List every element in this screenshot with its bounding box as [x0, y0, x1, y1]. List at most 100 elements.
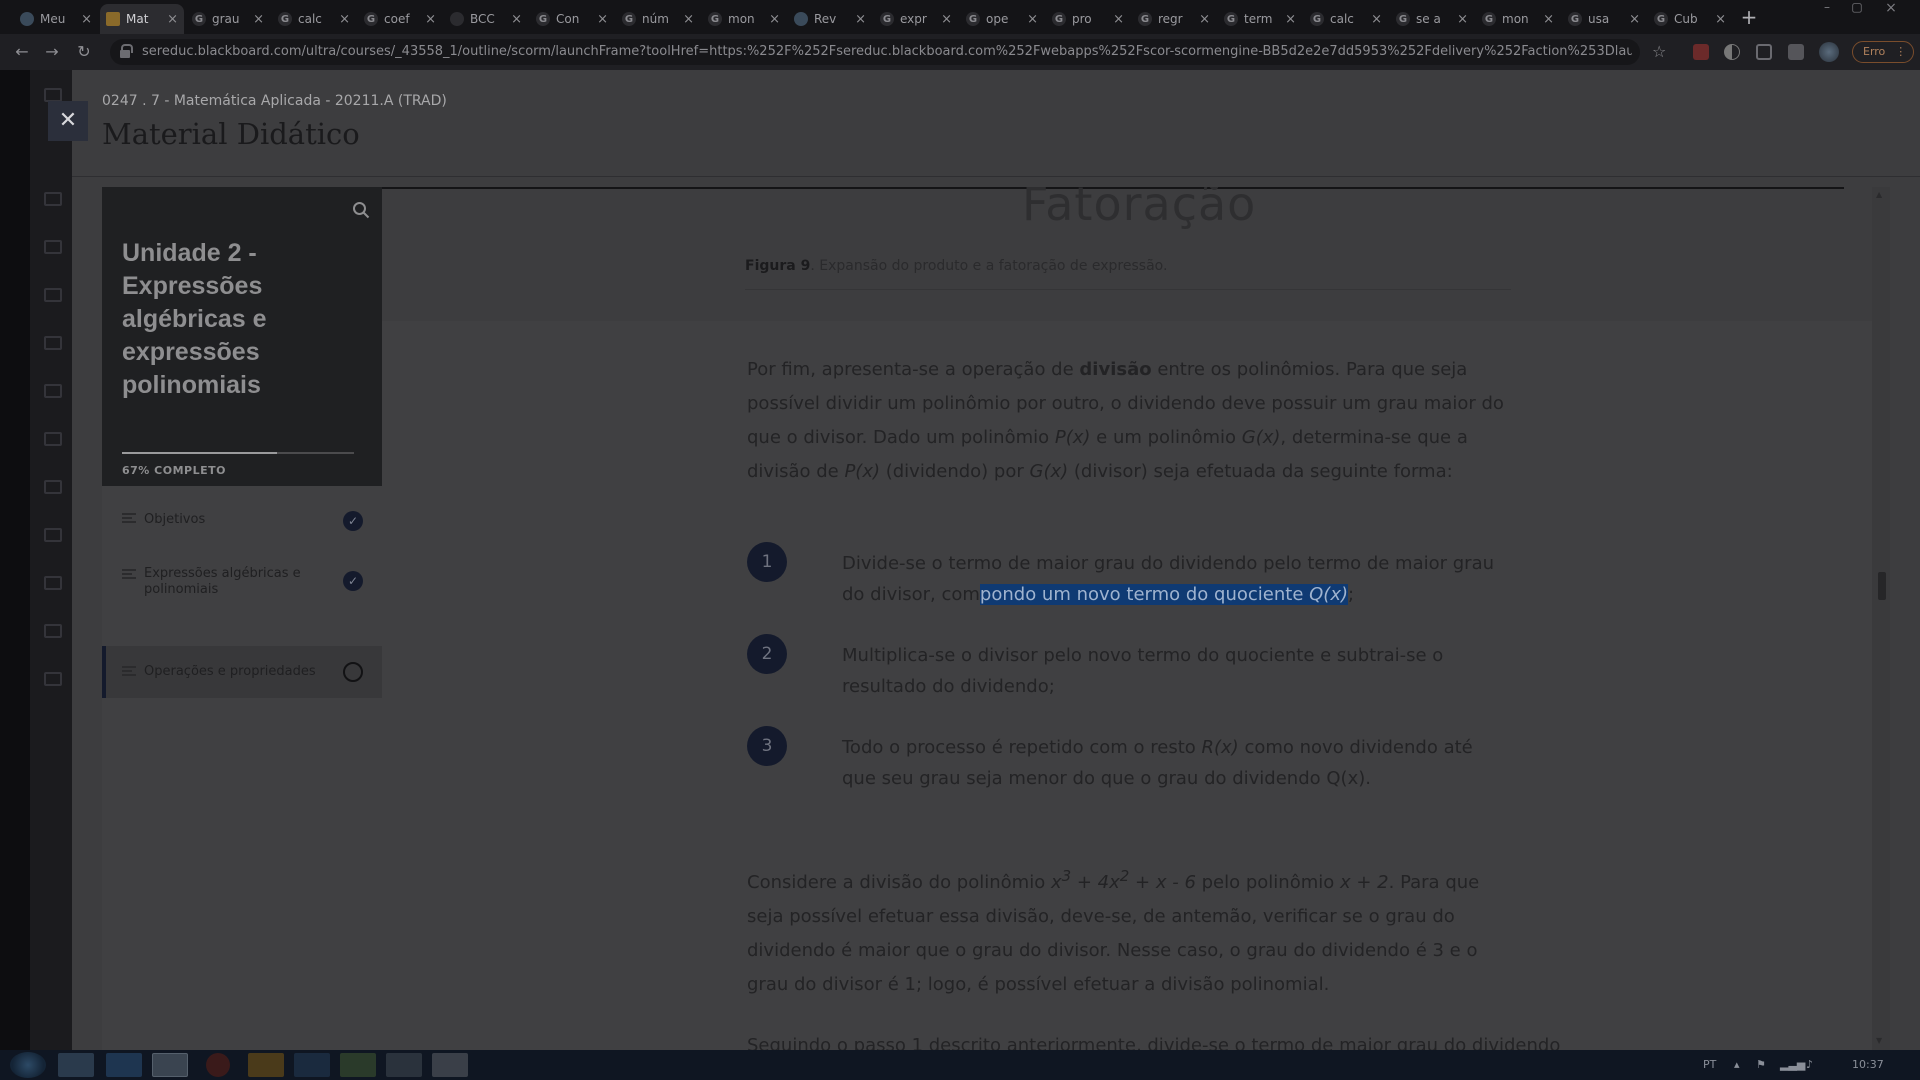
browser-tab[interactable]: BCC × [444, 4, 528, 34]
clock[interactable]: 10:37 [1852, 1058, 1884, 1071]
bookmark-star-icon[interactable]: ☆ [1652, 42, 1666, 61]
tab-close-icon[interactable]: × [597, 12, 608, 27]
nav-icon[interactable] [44, 576, 62, 590]
tab-close-icon[interactable]: × [1113, 12, 1124, 27]
tab-close-icon[interactable]: × [511, 12, 522, 27]
tab-close-icon[interactable]: × [425, 12, 436, 27]
step-number: 3 [747, 726, 787, 766]
network-icon[interactable]: ▂▃▅ [1780, 1058, 1805, 1071]
recorder-icon[interactable] [206, 1053, 230, 1077]
tab-close-icon[interactable]: × [769, 12, 780, 27]
nav-icon[interactable] [44, 192, 62, 206]
tab-close-icon[interactable]: × [1715, 12, 1726, 27]
browser-tab[interactable]: Gregr × [1132, 4, 1216, 34]
browser-tab[interactable]: Gope × [960, 4, 1044, 34]
sidebar-item-expressoes[interactable]: Expressões algébricas e polinomiais ✓ [102, 560, 382, 604]
start-button[interactable] [10, 1052, 46, 1078]
volume-icon[interactable]: ♪ [1806, 1058, 1813, 1071]
blackboard-nav-strip [30, 70, 72, 1050]
section-heading: Fatoração [1022, 187, 1257, 231]
tab-close-icon[interactable]: × [1199, 12, 1210, 27]
nav-icon[interactable] [44, 672, 62, 686]
browser-tab[interactable]: Gcalc × [272, 4, 356, 34]
avatar[interactable] [1819, 42, 1839, 62]
new-tab-button[interactable]: + [1737, 6, 1761, 30]
extension-icon[interactable] [1756, 44, 1772, 60]
browser-tab[interactable]: Gpro × [1046, 4, 1130, 34]
browser-tab[interactable]: Gterm × [1218, 4, 1302, 34]
browser-tab[interactable]: Gcalc × [1304, 4, 1388, 34]
forward-icon[interactable]: → [42, 42, 62, 62]
browser-tab[interactable]: G Con × [530, 4, 614, 34]
google-icon: G [966, 12, 980, 26]
browser-tab[interactable]: Rev × [788, 4, 872, 34]
tab-close-icon[interactable]: × [1285, 12, 1296, 27]
app-icon[interactable] [432, 1053, 468, 1077]
browser-tab[interactable]: Gusa × [1562, 4, 1646, 34]
language-indicator[interactable]: PT [1703, 1058, 1716, 1071]
browser-tab[interactable]: Gmon × [702, 4, 786, 34]
dark-mode-extension-icon[interactable] [1724, 44, 1740, 60]
search-icon[interactable] [352, 201, 370, 219]
tab-close-icon[interactable]: × [81, 12, 92, 27]
tab-close-icon[interactable]: × [1371, 12, 1382, 27]
browser-tab[interactable]: Gexpr × [874, 4, 958, 34]
back-icon[interactable]: ← [12, 42, 32, 62]
flag-icon[interactable]: ⚑ [1756, 1058, 1766, 1071]
browser-tab[interactable]: Gse a × [1390, 4, 1474, 34]
media-player-icon[interactable] [248, 1053, 284, 1077]
tab-title: ope [986, 12, 1009, 26]
tab-close-icon[interactable]: × [1027, 12, 1038, 27]
url-text[interactable]: sereduc.blackboard.com/ultra/courses/_43… [142, 44, 1632, 59]
tab-close-icon[interactable]: × [1457, 12, 1468, 27]
nav-icon[interactable] [44, 432, 62, 446]
tab-close-icon[interactable]: × [941, 12, 952, 27]
window-close-button[interactable]: × [1876, 0, 1906, 18]
browser-tab[interactable]: Meu × [14, 4, 98, 34]
tab-close-icon[interactable]: × [339, 12, 350, 27]
browser-tab[interactable]: Mat × [100, 4, 184, 34]
browser-tab[interactable]: Ggrau × [186, 4, 270, 34]
maximize-button[interactable]: ▢ [1842, 0, 1872, 18]
browser-tab[interactable]: G Cub × [1648, 4, 1732, 34]
file-explorer-icon[interactable] [58, 1053, 94, 1077]
nav-icon[interactable] [44, 480, 62, 494]
nav-icon[interactable] [44, 336, 62, 350]
nav-icon[interactable] [44, 88, 62, 102]
tab-close-icon[interactable]: × [167, 12, 178, 27]
app-icon[interactable] [340, 1053, 376, 1077]
tab-close-icon[interactable]: × [1629, 12, 1640, 27]
tab-close-icon[interactable]: × [855, 12, 866, 27]
close-panel-button[interactable]: ✕ [48, 101, 88, 141]
scroll-up-icon[interactable]: ▲ [1876, 190, 1886, 199]
browser-tab[interactable]: Gcoef × [358, 4, 442, 34]
minimize-button[interactable]: – [1812, 0, 1842, 18]
scroll-down-icon[interactable]: ▼ [1876, 1036, 1886, 1045]
profile-error-button[interactable]: Erro ⋮ [1852, 41, 1914, 63]
browser-tab[interactable]: Gmon × [1476, 4, 1560, 34]
tab-close-icon[interactable]: × [253, 12, 264, 27]
sidebar-item-objetivos[interactable]: Objetivos ✓ [102, 504, 382, 536]
app-icon[interactable] [386, 1053, 422, 1077]
shield-extension-icon[interactable] [1693, 44, 1709, 60]
nav-icon[interactable] [44, 288, 62, 302]
tab-close-icon[interactable]: × [1543, 12, 1554, 27]
tab-close-icon[interactable]: × [683, 12, 694, 27]
address-bar[interactable]: sereduc.blackboard.com/ultra/courses/_43… [110, 39, 1640, 65]
progress-label: 67% COMPLETO [122, 464, 226, 477]
browser-tab[interactable]: Gnúm × [616, 4, 700, 34]
nav-icon[interactable] [44, 624, 62, 638]
reload-icon[interactable]: ↻ [74, 42, 94, 62]
scrollbar-thumb[interactable] [1878, 572, 1886, 600]
tray-chevron-icon[interactable]: ▴ [1734, 1058, 1740, 1071]
puzzle-icon[interactable] [1788, 44, 1804, 60]
chrome-taskbar-icon[interactable] [152, 1053, 188, 1077]
sidebar-item-operacoes[interactable]: Operações e propriedades [102, 646, 382, 698]
caption-divider [745, 289, 1511, 290]
vscode-icon[interactable] [294, 1053, 330, 1077]
internet-explorer-icon[interactable] [106, 1053, 142, 1077]
content-scrollbar[interactable] [1872, 187, 1890, 1050]
nav-icon[interactable] [44, 528, 62, 542]
nav-icon[interactable] [44, 240, 62, 254]
nav-icon[interactable] [44, 384, 62, 398]
